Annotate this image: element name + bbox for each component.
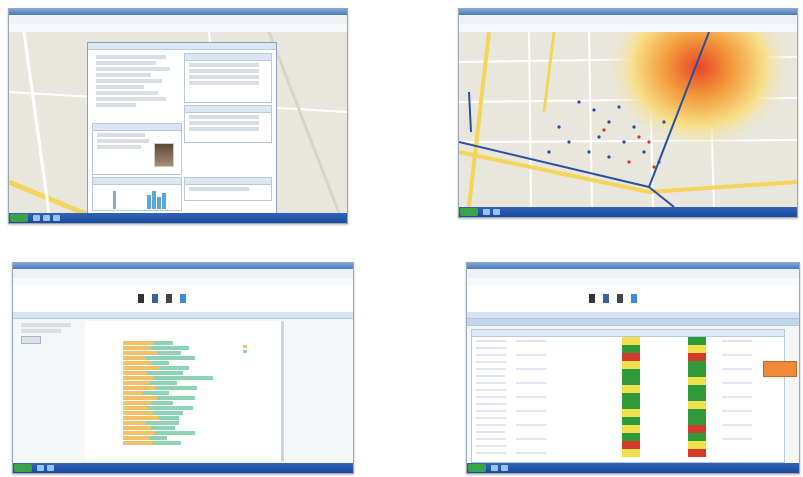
screenshot-employee-profile	[8, 8, 348, 224]
summary-table	[184, 53, 272, 103]
report-toolbar-icon-4[interactable]	[631, 294, 637, 303]
screenshot-map-heatmap	[458, 8, 798, 218]
start-button[interactable]	[14, 464, 32, 472]
table-header-row	[472, 330, 784, 337]
vertical-scrollbar[interactable]	[281, 321, 284, 461]
screenshot-bar-report	[12, 262, 354, 474]
taskbar-app-icon[interactable]	[33, 215, 40, 221]
start-button[interactable]	[460, 208, 478, 216]
taskbar-app-icon[interactable]	[47, 465, 54, 471]
taskbar-app-icon[interactable]	[491, 465, 498, 471]
taskbar[interactable]	[467, 463, 799, 473]
status-column-1	[622, 337, 640, 457]
status-column-2	[688, 337, 706, 457]
report-toolbar-icon-2[interactable]	[603, 294, 609, 303]
chart-legend	[241, 343, 267, 357]
map-canvas	[459, 32, 797, 207]
taskbar-app-icon[interactable]	[53, 215, 60, 221]
report-toolbar-icon-3[interactable]	[166, 294, 172, 303]
highlight-popup[interactable]	[763, 361, 797, 377]
profile-details	[92, 53, 180, 109]
taskbar[interactable]	[459, 207, 797, 217]
report-toolbar-icon-1[interactable]	[589, 294, 595, 303]
heatmap-map[interactable]	[459, 32, 797, 207]
horizontal-bar-chart	[123, 341, 213, 445]
report-toolbar-icon-1[interactable]	[138, 294, 144, 303]
report-toolbar-icon-2[interactable]	[152, 294, 158, 303]
taskbar[interactable]	[9, 213, 347, 223]
stats-table	[184, 105, 272, 143]
start-button[interactable]	[468, 464, 486, 472]
filter-panel[interactable]	[17, 321, 79, 351]
employee-profile-dialog[interactable]	[87, 42, 277, 214]
report-toolbar-icon-3[interactable]	[617, 294, 623, 303]
mini-bar-chart	[113, 191, 166, 209]
bar-chart-panel	[85, 321, 285, 461]
start-button[interactable]	[10, 214, 28, 222]
table-body	[476, 337, 752, 457]
taskbar-app-icon[interactable]	[493, 209, 500, 215]
report-toolbar-icon-4[interactable]	[180, 294, 186, 303]
taskbar-app-icon[interactable]	[43, 215, 50, 221]
report-tabs[interactable]	[13, 312, 353, 319]
data-table[interactable]	[471, 329, 785, 463]
report-tabs[interactable]	[467, 312, 799, 319]
taskbar-app-icon[interactable]	[37, 465, 44, 471]
status-panel	[184, 177, 272, 201]
report-header	[13, 286, 353, 312]
taskbar[interactable]	[13, 463, 353, 473]
apply-button[interactable]	[21, 336, 41, 344]
taskbar-app-icon[interactable]	[483, 209, 490, 215]
dialog-header	[88, 43, 276, 50]
table-title-bar	[467, 319, 799, 326]
employee-photo	[154, 143, 174, 167]
mini-chart-panel	[92, 177, 182, 211]
screenshot-color-table	[466, 262, 800, 474]
report-header	[467, 286, 799, 312]
taskbar-app-icon[interactable]	[501, 465, 508, 471]
